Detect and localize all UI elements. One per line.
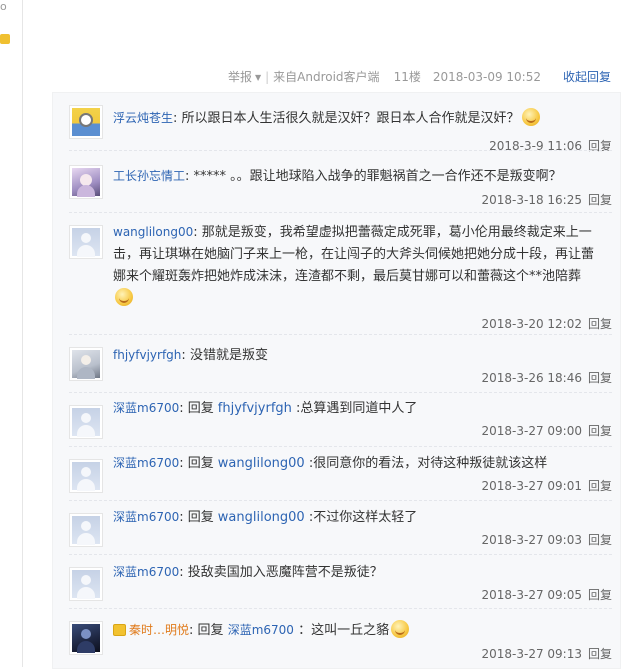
reply-link[interactable]: 回复 bbox=[588, 479, 612, 493]
reply-target-link[interactable]: fhjyfvjyrfgh bbox=[218, 401, 292, 416]
comment-time: 2018-3-27 09:03 bbox=[481, 533, 582, 547]
list-item: 秦时…明悦: 回复 深蓝m6700 ：这叫一丘之貉 2018-3-27 09:1… bbox=[53, 609, 620, 668]
username-link[interactable]: wanglilong00 bbox=[113, 225, 193, 239]
comment-time: 2018-3-26 18:46 bbox=[481, 371, 582, 385]
reply-target-link[interactable]: wanglilong00 bbox=[218, 510, 305, 525]
avatar[interactable] bbox=[69, 567, 103, 601]
comment-content: 秦时…明悦: 回复 深蓝m6700 ：这叫一丘之貉 bbox=[113, 619, 600, 642]
list-item: wanglilong00: 那就是叛变，我希望虚拟把蕾薇定成死罪，葛小伦用最终裁… bbox=[53, 213, 620, 335]
comment-meta: 2018-3-20 12:02 回复 bbox=[481, 315, 612, 332]
avatar[interactable] bbox=[69, 105, 103, 139]
list-item: 深蓝m6700: 回复 wanglilong00 :很同意你的看法，对待这种叛徒就… bbox=[53, 447, 620, 501]
avatar[interactable] bbox=[69, 405, 103, 439]
comment-meta: 2018-3-27 09:00 回复 bbox=[481, 422, 612, 439]
vip-crown-icon bbox=[113, 624, 126, 636]
comment-meta: 2018-3-27 09:13 回复 bbox=[481, 645, 612, 662]
avatar[interactable] bbox=[69, 459, 103, 493]
comment-time: 2018-3-27 09:13 bbox=[481, 647, 582, 661]
reply-link[interactable]: 回复 bbox=[588, 193, 612, 207]
list-item: 深蓝m6700: 回复 wanglilong00 :不过你这样太轻了 2018-3… bbox=[53, 501, 620, 555]
smile-emoji-icon bbox=[391, 620, 410, 638]
reply-link[interactable]: 回复 bbox=[588, 424, 612, 438]
comment-time: 2018-3-27 09:05 bbox=[481, 588, 582, 602]
comment-meta: 2018-3-27 09:03 回复 bbox=[481, 531, 612, 548]
comment-text: 不过你这样太轻了 bbox=[313, 510, 418, 525]
avatar[interactable] bbox=[69, 347, 103, 381]
comment-time: 2018-3-27 09:01 bbox=[481, 479, 582, 493]
comment-content: ⼯长孙忘情⼯: ***** 。。跟让地球陷入战争的罪魁祸首之一合作还不是叛变啊？ bbox=[113, 169, 562, 184]
username-link[interactable]: fhjyfvjyrfgh bbox=[113, 348, 181, 362]
comment-content: 深蓝m6700: 投敌卖国加入恶魔阵营不是叛徒？ bbox=[113, 565, 383, 580]
report-link[interactable]: 举报 bbox=[228, 68, 252, 86]
reply-word: 回复 bbox=[197, 623, 224, 638]
comment-text: ***** 。。跟让地球陷入战争的罪魁祸首之一合作还不是叛变啊？ bbox=[193, 169, 562, 184]
reply-word: 回复 bbox=[187, 401, 214, 416]
username-link[interactable]: 深蓝m6700 bbox=[113, 565, 179, 579]
caret-down-icon[interactable]: ▼ bbox=[255, 69, 261, 87]
comment-content: 深蓝m6700: 回复 wanglilong00 :很同意你的看法，对待这种叛徒就… bbox=[113, 456, 548, 471]
username-link[interactable]: 深蓝m6700 bbox=[113, 401, 179, 415]
comment-text: ：这叫一丘之貉 bbox=[298, 623, 390, 638]
comment-meta: 2018-3-18 16:25 回复 bbox=[481, 191, 612, 208]
comment-meta: 2018-3-9 11:06 回复 bbox=[489, 137, 612, 154]
reply-link[interactable]: 回复 bbox=[588, 371, 612, 385]
divider: | bbox=[265, 70, 270, 84]
comment-content: 浮云炖苍生: 所以跟日本人生活很久就是汉奸？跟日本人合作就是汉奸？ bbox=[113, 107, 600, 130]
comment-time: 2018-3-20 12:02 bbox=[481, 317, 582, 331]
username-link[interactable]: 秦时…明悦 bbox=[129, 623, 189, 637]
collapse-reply-link[interactable]: 收起回复 bbox=[563, 68, 611, 86]
username-link[interactable]: 浮云炖苍生 bbox=[113, 111, 173, 125]
comment-content: fhjyfvjyrfgh: 没错就是叛变 bbox=[113, 348, 268, 363]
avatar[interactable] bbox=[69, 165, 103, 199]
comment-content: 深蓝m6700: 回复 fhjyfvjyrfgh :总算遇到同道中人了 bbox=[113, 401, 418, 416]
client-source: 来自Android客户端 bbox=[273, 70, 380, 84]
list-item: 浮云炖苍生: 所以跟日本人生活很久就是汉奸？跟日本人合作就是汉奸？ 2018-3… bbox=[53, 93, 620, 154]
comment-time: 2018-3-18 16:25 bbox=[481, 193, 582, 207]
comment-meta: 2018-3-27 09:05 回复 bbox=[481, 586, 612, 603]
smile-emoji-icon bbox=[521, 108, 540, 126]
smile-emoji-icon bbox=[115, 288, 133, 306]
reply-link[interactable]: 回复 bbox=[588, 317, 612, 331]
reply-thread-panel: 浮云炖苍生: 所以跟日本人生活很久就是汉奸？跟日本人合作就是汉奸？ 2018-3… bbox=[52, 92, 621, 669]
left-edge-panel: o bbox=[0, 0, 23, 667]
floor-number: 11楼 bbox=[393, 70, 421, 84]
post-time: 2018-03-09 10:52 bbox=[432, 70, 541, 84]
reply-word: 回复 bbox=[187, 510, 214, 525]
comment-content: 深蓝m6700: 回复 wanglilong00 :不过你这样太轻了 bbox=[113, 510, 418, 525]
floor-info-bar: 举报 ▼ | 来自Android客户端 11楼 2018-03-09 10:52 收起回复 bbox=[228, 68, 611, 86]
list-item: fhjyfvjyrfgh: 没错就是叛变 2018-3-26 18:46 回复 bbox=[53, 335, 620, 393]
reply-link[interactable]: 回复 bbox=[588, 533, 612, 547]
avatar[interactable] bbox=[69, 513, 103, 547]
comment-text: 所以跟日本人生活很久就是汉奸？跟日本人合作就是汉奸？ bbox=[181, 111, 520, 126]
reply-word: 回复 bbox=[187, 456, 214, 471]
comment-meta: 2018-3-27 09:01 回复 bbox=[481, 477, 612, 494]
list-item: 深蓝m6700: 投敌卖国加入恶魔阵营不是叛徒？ 2018-3-27 09:05… bbox=[53, 555, 620, 609]
star-badge-icon bbox=[0, 34, 10, 44]
reply-link[interactable]: 回复 bbox=[588, 647, 612, 661]
comment-content: wanglilong00: 那就是叛变，我希望虚拟把蕾薇定成死罪，葛小伦用最终裁… bbox=[113, 221, 600, 310]
comment-text: 投敌卖国加入恶魔阵营不是叛徒？ bbox=[187, 565, 383, 580]
username-link[interactable]: 深蓝m6700 bbox=[113, 456, 179, 470]
avatar[interactable] bbox=[69, 621, 103, 655]
comment-text: 很同意你的看法，对待这种叛徒就该这样 bbox=[313, 456, 548, 471]
comment-meta: 2018-3-26 18:46 回复 bbox=[481, 369, 612, 386]
list-item: ⼯长孙忘情⼯: ***** 。。跟让地球陷入战争的罪魁祸首之一合作还不是叛变啊？… bbox=[53, 153, 620, 213]
comment-text: 总算遇到同道中人了 bbox=[300, 401, 418, 416]
edge-glyph: o bbox=[0, 0, 7, 13]
reply-target-link[interactable]: 深蓝m6700 bbox=[228, 623, 294, 637]
avatar[interactable] bbox=[69, 225, 103, 259]
divider bbox=[69, 149, 612, 151]
reply-target-link[interactable]: wanglilong00 bbox=[218, 456, 305, 471]
comment-text: 没错就是叛变 bbox=[189, 348, 268, 363]
comment-time: 2018-3-27 09:00 bbox=[481, 424, 582, 438]
username-link[interactable]: ⼯长孙忘情⼯ bbox=[113, 169, 185, 183]
username-link[interactable]: 深蓝m6700 bbox=[113, 510, 179, 524]
list-item: 深蓝m6700: 回复 fhjyfvjyrfgh :总算遇到同道中人了 2018-… bbox=[53, 393, 620, 447]
reply-link[interactable]: 回复 bbox=[588, 588, 612, 602]
